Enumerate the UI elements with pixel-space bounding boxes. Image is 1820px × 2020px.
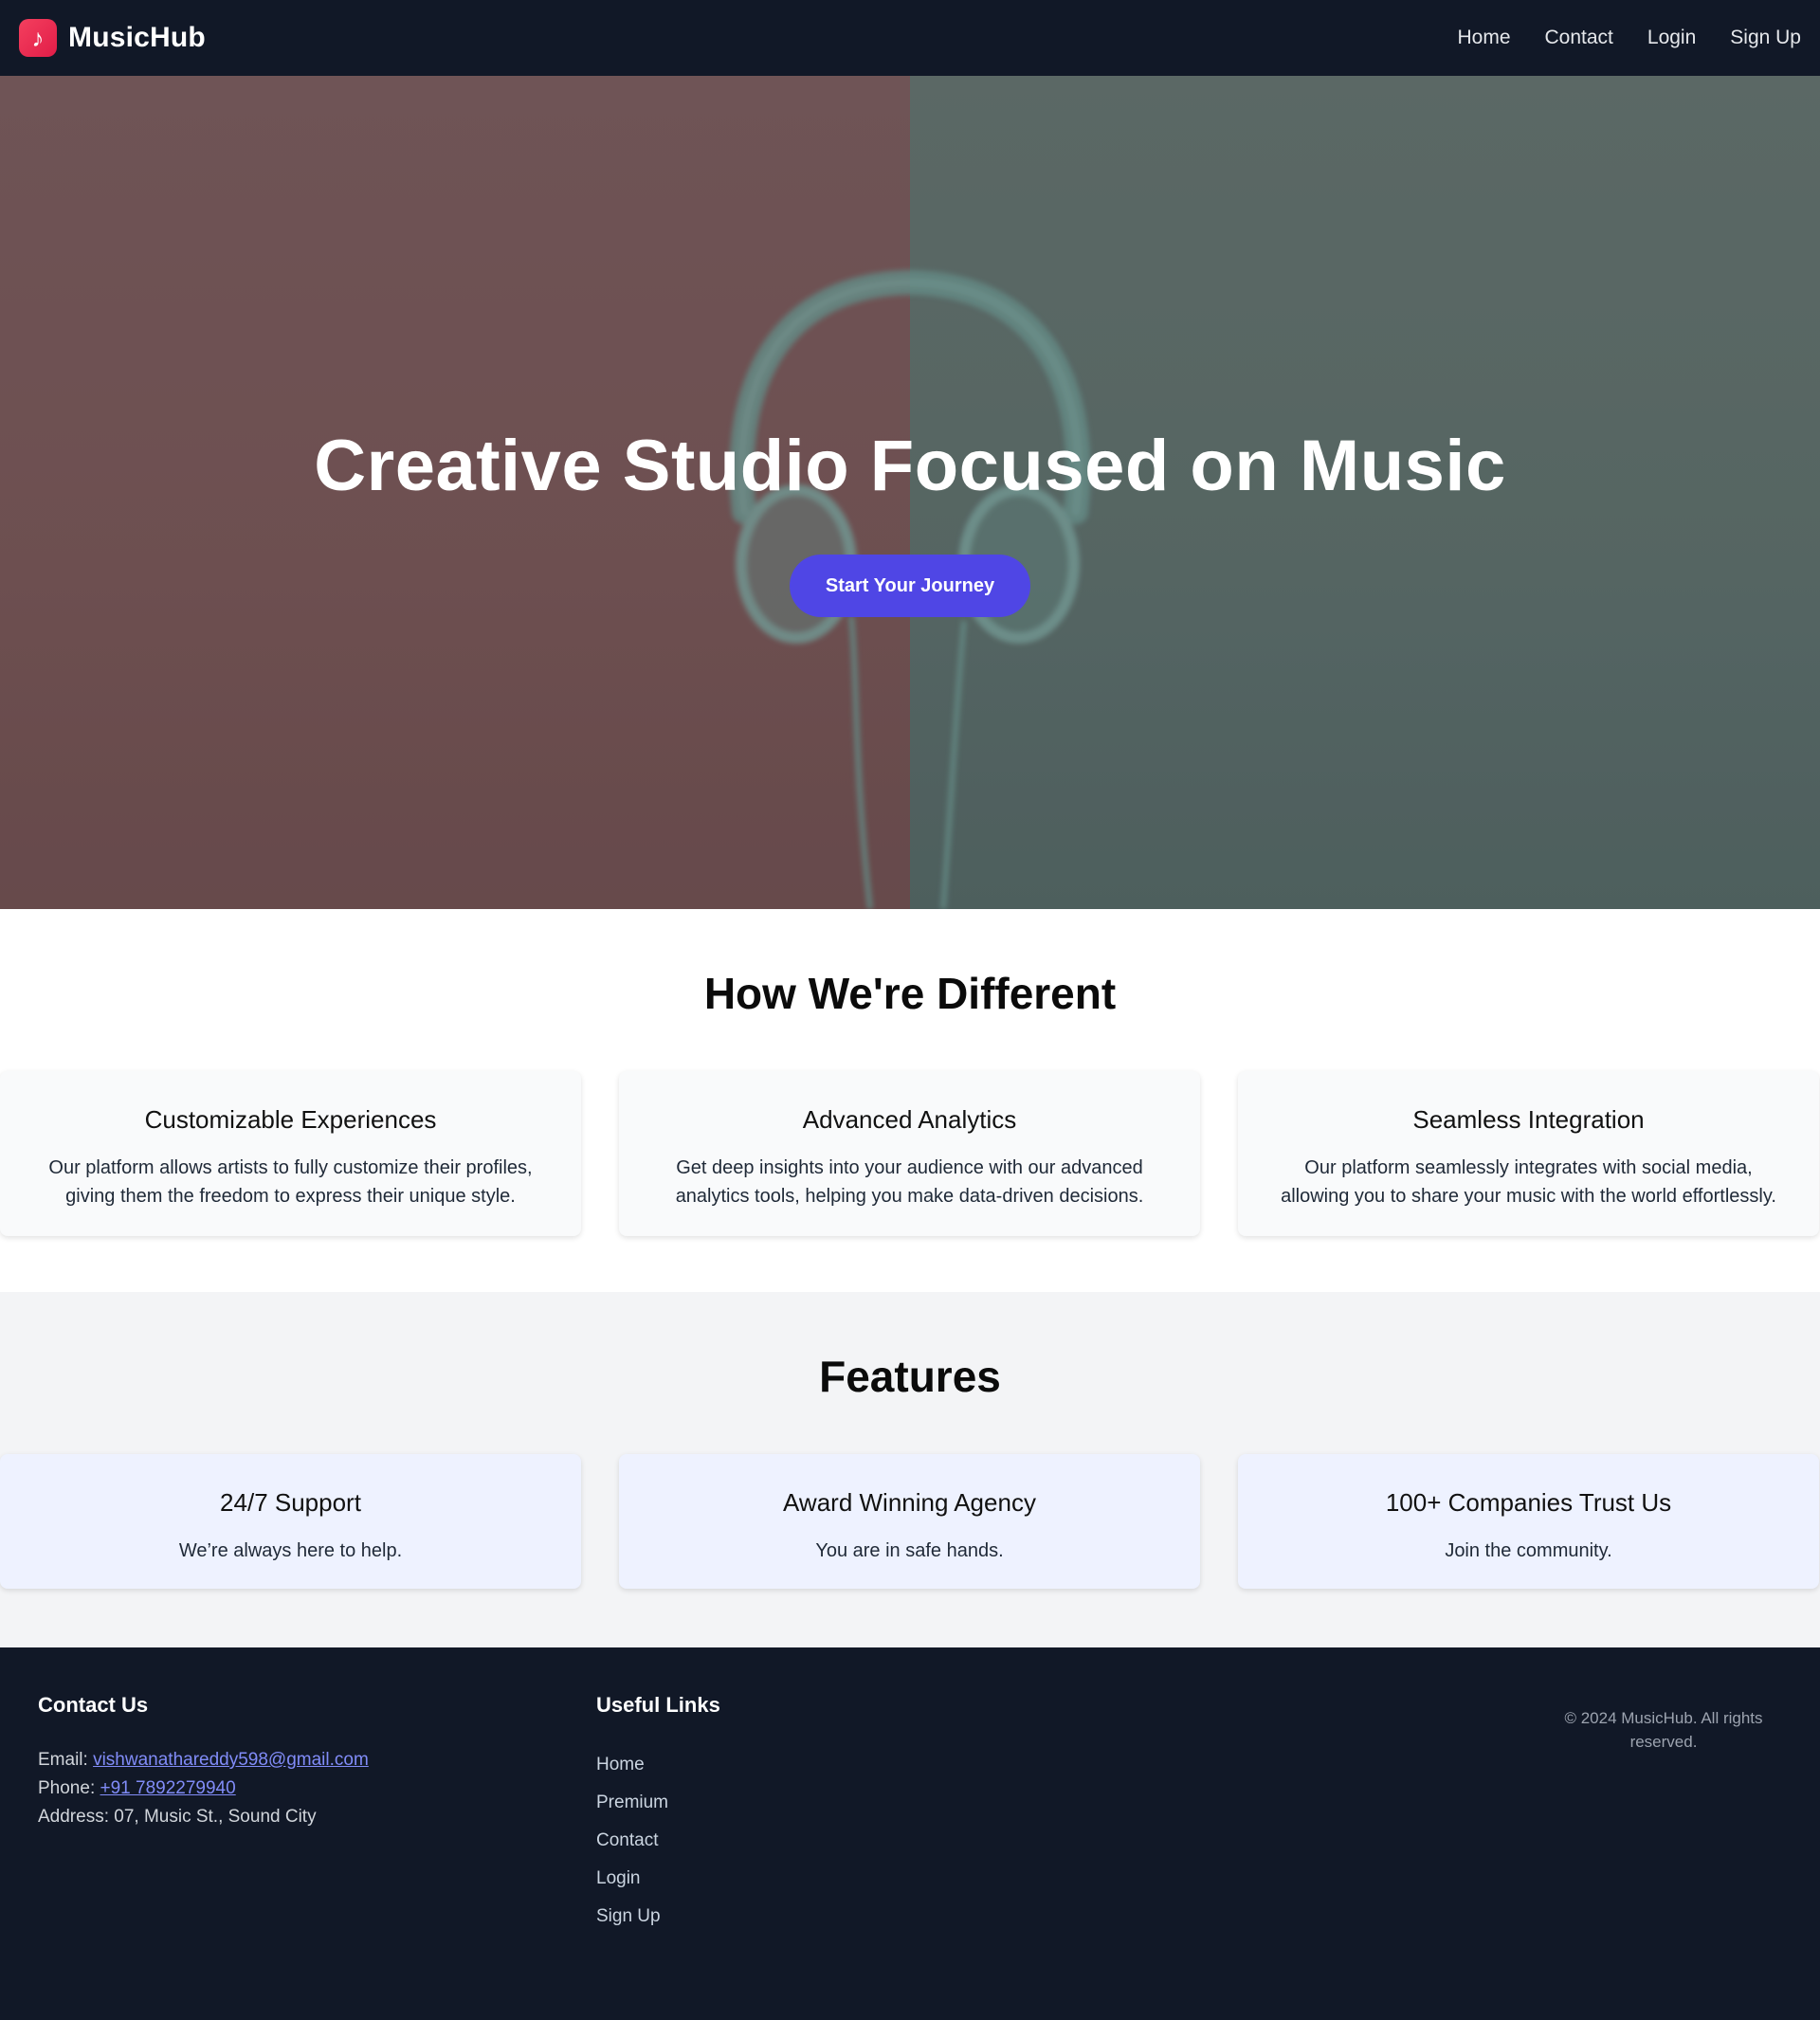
features-section: Features 24/7 Support We’re always here … — [0, 1292, 1820, 1647]
card-title: Seamless Integration — [1412, 1105, 1645, 1134]
hero-content: Creative Studio Focused on Music Start Y… — [0, 76, 1820, 909]
footer-address: Address: 07, Music St., Sound City — [38, 1807, 317, 1827]
copyright: © 2024 MusicHub. All rights reserved. — [1545, 1706, 1782, 1754]
section-title: Features — [819, 1352, 1001, 1401]
navbar: ♪ MusicHub Home Contact Login Sign Up — [0, 0, 1820, 76]
features-cards: 24/7 Support We’re always here to help. … — [0, 1454, 1819, 1589]
card-description: You are in safe hands. — [815, 1540, 1004, 1561]
start-journey-button[interactable]: Start Your Journey — [790, 555, 1030, 617]
card-title: Award Winning Agency — [783, 1488, 1036, 1517]
footer-link-login[interactable]: Login — [596, 1860, 720, 1898]
main-nav: Home Contact Login Sign Up — [1457, 27, 1801, 49]
footer-link-contact[interactable]: Contact — [596, 1822, 720, 1860]
nav-signup-link[interactable]: Sign Up — [1730, 27, 1801, 49]
footer-phone-line: Phone: +91 7892279940 — [38, 1774, 369, 1803]
card-description: Our platform seamlessly integrates with … — [1281, 1157, 1776, 1207]
nav-home-link[interactable]: Home — [1457, 27, 1510, 49]
feature-card: Customizable Experiences Our platform al… — [0, 1071, 581, 1236]
phone-link[interactable]: +91 7892279940 — [100, 1778, 236, 1798]
feature-card: Advanced Analytics Get deep insights int… — [619, 1071, 1200, 1236]
brand[interactable]: ♪ MusicHub — [19, 19, 206, 57]
card-description: Get deep insights into your audience wit… — [675, 1157, 1144, 1207]
email-label: Email: — [38, 1750, 88, 1770]
footer: Contact Us Email: vishwanathareddy598@gm… — [0, 1647, 1820, 2020]
copyright-line: reserved. — [1629, 1733, 1698, 1751]
card-title: 24/7 Support — [220, 1488, 361, 1517]
footer-links-heading: Useful Links — [596, 1693, 720, 1717]
card-description: Our platform allows artists to fully cus… — [48, 1157, 533, 1207]
footer-contact-heading: Contact Us — [38, 1693, 149, 1717]
different-cards: Customizable Experiences Our platform al… — [0, 1071, 1819, 1236]
footer-email-line: Email: vishwanathareddy598@gmail.com — [38, 1746, 369, 1774]
card-title: Advanced Analytics — [802, 1105, 1017, 1134]
copyright-line: © 2024 MusicHub. All rights — [1564, 1709, 1763, 1727]
card-description: Join the community. — [1445, 1540, 1612, 1561]
card-description: We’re always here to help. — [178, 1540, 403, 1561]
footer-links: Useful Links Home Premium Contact Login … — [596, 1693, 720, 1936]
footer-contact: Contact Us Email: vishwanathareddy598@gm… — [38, 1693, 369, 1831]
card-title: Customizable Experiences — [144, 1105, 437, 1134]
hero-section: Creative Studio Focused on Music Start Y… — [0, 76, 1820, 909]
brand-name: MusicHub — [68, 22, 206, 53]
how-different-section: How We're Different Customizable Experie… — [0, 909, 1820, 1292]
footer-link-home[interactable]: Home — [596, 1746, 720, 1784]
music-note-icon: ♪ — [19, 19, 57, 57]
nav-contact-link[interactable]: Contact — [1545, 27, 1613, 49]
footer-link-signup[interactable]: Sign Up — [596, 1898, 720, 1936]
card-title: 100+ Companies Trust Us — [1385, 1488, 1672, 1517]
phone-label: Phone: — [38, 1778, 96, 1798]
feature-card: Award Winning Agency You are in safe han… — [619, 1454, 1200, 1589]
hero-title: Creative Studio Focused on Music — [314, 426, 1506, 506]
feature-card: 24/7 Support We’re always here to help. — [0, 1454, 581, 1589]
nav-login-link[interactable]: Login — [1647, 27, 1696, 49]
email-link[interactable]: vishwanathareddy598@gmail.com — [93, 1750, 369, 1770]
feature-card: 100+ Companies Trust Us Join the communi… — [1238, 1454, 1819, 1589]
section-title: How We're Different — [703, 969, 1117, 1018]
footer-link-premium[interactable]: Premium — [596, 1784, 720, 1822]
feature-card: Seamless Integration Our platform seamle… — [1238, 1071, 1819, 1236]
